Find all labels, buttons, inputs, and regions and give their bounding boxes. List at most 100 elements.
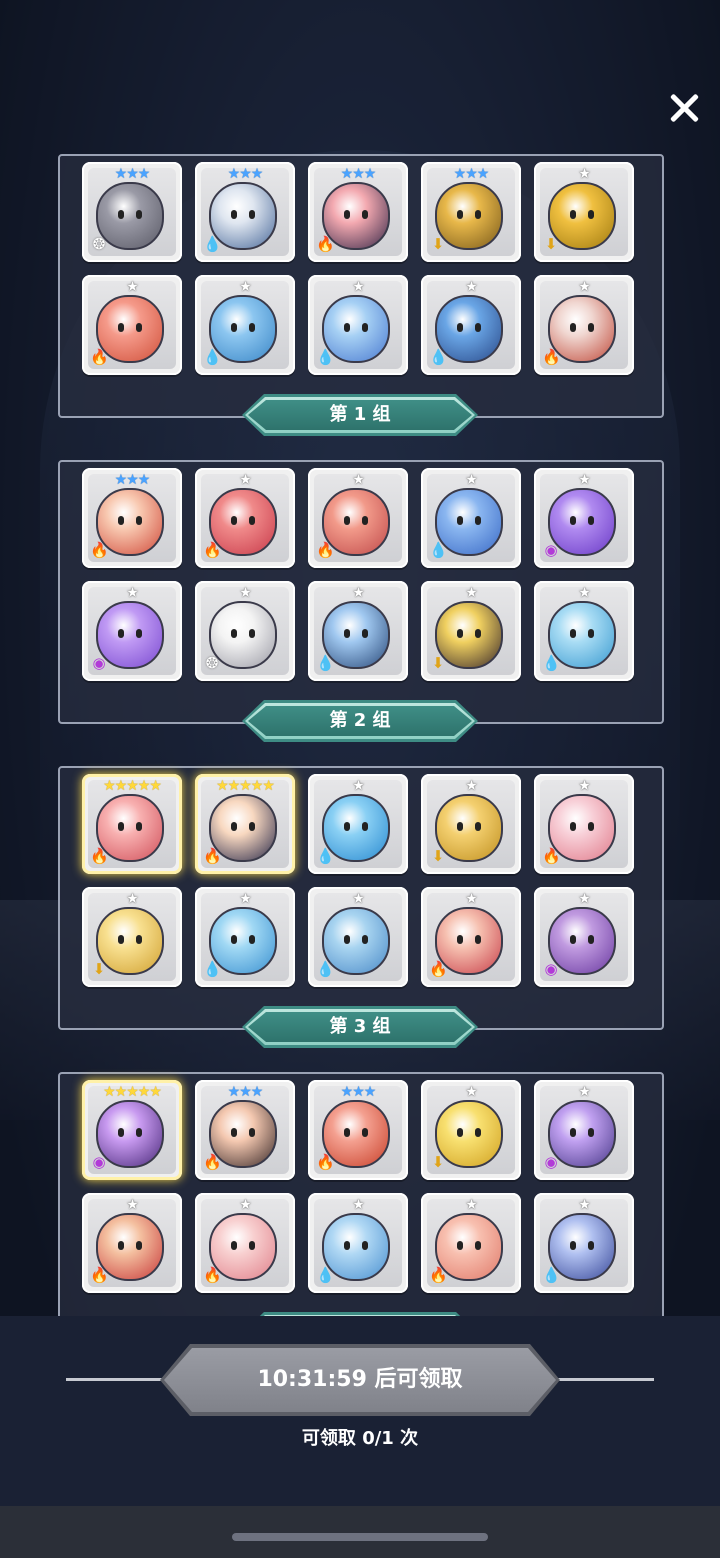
fire-element-icon: 🔥 xyxy=(316,1153,335,1171)
hero-card[interactable]: ★★★ 🔥 xyxy=(308,1080,408,1180)
star-rating-icon: ★★★ xyxy=(114,472,151,488)
hero-card[interactable]: ★ 🔥 xyxy=(308,468,408,568)
hero-card[interactable]: ★ 💧 xyxy=(308,887,408,987)
water-element-icon: 💧 xyxy=(316,1266,335,1284)
fire-element-icon: 🔥 xyxy=(429,960,448,978)
home-indicator[interactable] xyxy=(232,1533,488,1541)
claim-button-label: 10:31:59 后可领取 xyxy=(257,1367,463,1392)
star-rating-icon: ★ xyxy=(465,279,478,295)
close-icon[interactable] xyxy=(664,88,704,128)
fire-element-icon: 🔥 xyxy=(203,847,222,865)
star-rating-icon: ★★★★★ xyxy=(216,778,275,794)
dark-element-icon: ◉ xyxy=(544,1153,558,1171)
hero-card[interactable]: ★ 💧 xyxy=(421,275,521,375)
hero-card[interactable]: ★ ⬇ xyxy=(534,162,634,262)
hero-card[interactable]: ★ 🔥 xyxy=(534,275,634,375)
hero-card[interactable]: ★ 🔥 xyxy=(82,1193,182,1293)
hero-card[interactable]: ★ ⬇ xyxy=(421,1080,521,1180)
hero-card[interactable]: ★ 💧 xyxy=(308,581,408,681)
star-rating-icon: ★ xyxy=(578,166,591,182)
star-rating-icon: ★★★ xyxy=(227,1084,264,1100)
hero-card[interactable]: ★ 💧 xyxy=(308,275,408,375)
hero-card[interactable]: ★ 🔥 xyxy=(534,774,634,874)
fire-element-icon: 🔥 xyxy=(203,1153,222,1171)
star-rating-icon: ★ xyxy=(352,585,365,601)
group-label: 第 1 组 xyxy=(329,404,391,425)
divider-right xyxy=(554,1378,654,1381)
star-rating-icon: ★ xyxy=(239,279,252,295)
star-rating-icon: ★ xyxy=(578,778,591,794)
fire-element-icon: 🔥 xyxy=(90,1266,109,1284)
hero-card[interactable]: ★ ◉ xyxy=(534,1080,634,1180)
system-nav-bar xyxy=(0,1506,720,1558)
hero-card[interactable]: ★ 🔥 xyxy=(421,1193,521,1293)
hero-card[interactable]: ★★★★★ ◉ xyxy=(82,1080,182,1180)
hero-card[interactable]: ★★★ ⬇ xyxy=(421,162,521,262)
star-rating-icon: ★ xyxy=(352,472,365,488)
hero-card[interactable]: ★ 🔥 xyxy=(82,275,182,375)
fire-element-icon: 🔥 xyxy=(316,235,335,253)
wind-element-icon: ⬇ xyxy=(431,654,445,672)
group-list[interactable]: ★★★ ❂ ★★★ 💧 ★★★ 🔥 ★★★ ⬇ ★ ⬇ ★ 🔥 ★ 💧 ★ 💧 ★ 💧 ★ 🔥 第 1 组 ★★★ 🔥 ★ 🔥 ★… xyxy=(0,150,720,1316)
wind-element-icon: ⬇ xyxy=(431,847,445,865)
star-rating-icon: ★ xyxy=(578,1197,591,1213)
hero-card[interactable]: ★★★ 🔥 xyxy=(82,468,182,568)
hero-card[interactable]: ★★★★★ 🔥 xyxy=(82,774,182,874)
hero-card[interactable]: ★ 🔥 xyxy=(195,468,295,568)
star-rating-icon: ★ xyxy=(352,778,365,794)
hero-card[interactable]: ★★★ 🔥 xyxy=(308,162,408,262)
group-label-ribbon: 第 1 组 xyxy=(242,394,478,436)
star-rating-icon: ★★★★★ xyxy=(103,778,162,794)
hero-card[interactable]: ★ ❂ xyxy=(195,581,295,681)
hero-card[interactable]: ★ 💧 xyxy=(421,468,521,568)
water-element-icon: 💧 xyxy=(203,960,222,978)
star-rating-icon: ★ xyxy=(578,585,591,601)
hero-card[interactable]: ★ 🔥 xyxy=(421,887,521,987)
hero-card[interactable]: ★ 🔥 xyxy=(195,1193,295,1293)
hero-card[interactable]: ★ 💧 xyxy=(195,887,295,987)
dark-element-icon: ◉ xyxy=(544,541,558,559)
star-rating-icon: ★ xyxy=(239,585,252,601)
hero-card[interactable]: ★★★ ❂ xyxy=(82,162,182,262)
fire-element-icon: 🔥 xyxy=(90,847,109,865)
water-element-icon: 💧 xyxy=(316,348,335,366)
star-rating-icon: ★ xyxy=(239,1197,252,1213)
hero-card[interactable]: ★ ◉ xyxy=(82,581,182,681)
star-rating-icon: ★ xyxy=(239,472,252,488)
hero-card[interactable]: ★★★★★ 🔥 xyxy=(195,774,295,874)
star-rating-icon: ★ xyxy=(465,1197,478,1213)
water-element-icon: 💧 xyxy=(542,1266,561,1284)
hero-card[interactable]: ★ 💧 xyxy=(308,1193,408,1293)
wind-element-icon: ⬇ xyxy=(431,1153,445,1171)
hero-card[interactable]: ★ ◉ xyxy=(534,887,634,987)
star-rating-icon: ★★★ xyxy=(340,166,377,182)
star-rating-icon: ★★★ xyxy=(227,166,264,182)
hero-card[interactable]: ★★★ 🔥 xyxy=(195,1080,295,1180)
dark-element-icon: ◉ xyxy=(544,960,558,978)
star-rating-icon: ★ xyxy=(578,891,591,907)
water-element-icon: 💧 xyxy=(429,541,448,559)
hero-card[interactable]: ★ 💧 xyxy=(534,1193,634,1293)
hero-card[interactable]: ★ ◉ xyxy=(534,468,634,568)
claim-count-text: 可领取 0/1 次 xyxy=(301,1428,419,1449)
star-rating-icon: ★ xyxy=(239,891,252,907)
hero-card[interactable]: ★ ⬇ xyxy=(421,581,521,681)
star-rating-icon: ★ xyxy=(578,1084,591,1100)
star-rating-icon: ★ xyxy=(578,279,591,295)
hero-card[interactable]: ★ ⬇ xyxy=(421,774,521,874)
fire-element-icon: 🔥 xyxy=(542,847,561,865)
hero-card[interactable]: ★ 💧 xyxy=(308,774,408,874)
wind-element-icon: ⬇ xyxy=(431,235,445,253)
star-rating-icon: ★ xyxy=(126,585,139,601)
hero-card[interactable]: ★★★ 💧 xyxy=(195,162,295,262)
fire-element-icon: 🔥 xyxy=(203,541,222,559)
hero-card[interactable]: ★ 💧 xyxy=(195,275,295,375)
claim-button[interactable]: 10:31:59 后可领取 xyxy=(160,1344,560,1416)
fire-element-icon: 🔥 xyxy=(90,348,109,366)
light-element-icon: ❂ xyxy=(205,654,219,672)
hero-card[interactable]: ★ ⬇ xyxy=(82,887,182,987)
hero-card[interactable]: ★ 💧 xyxy=(534,581,634,681)
star-rating-icon: ★ xyxy=(126,1197,139,1213)
star-rating-icon: ★ xyxy=(465,1084,478,1100)
star-rating-icon: ★ xyxy=(352,279,365,295)
